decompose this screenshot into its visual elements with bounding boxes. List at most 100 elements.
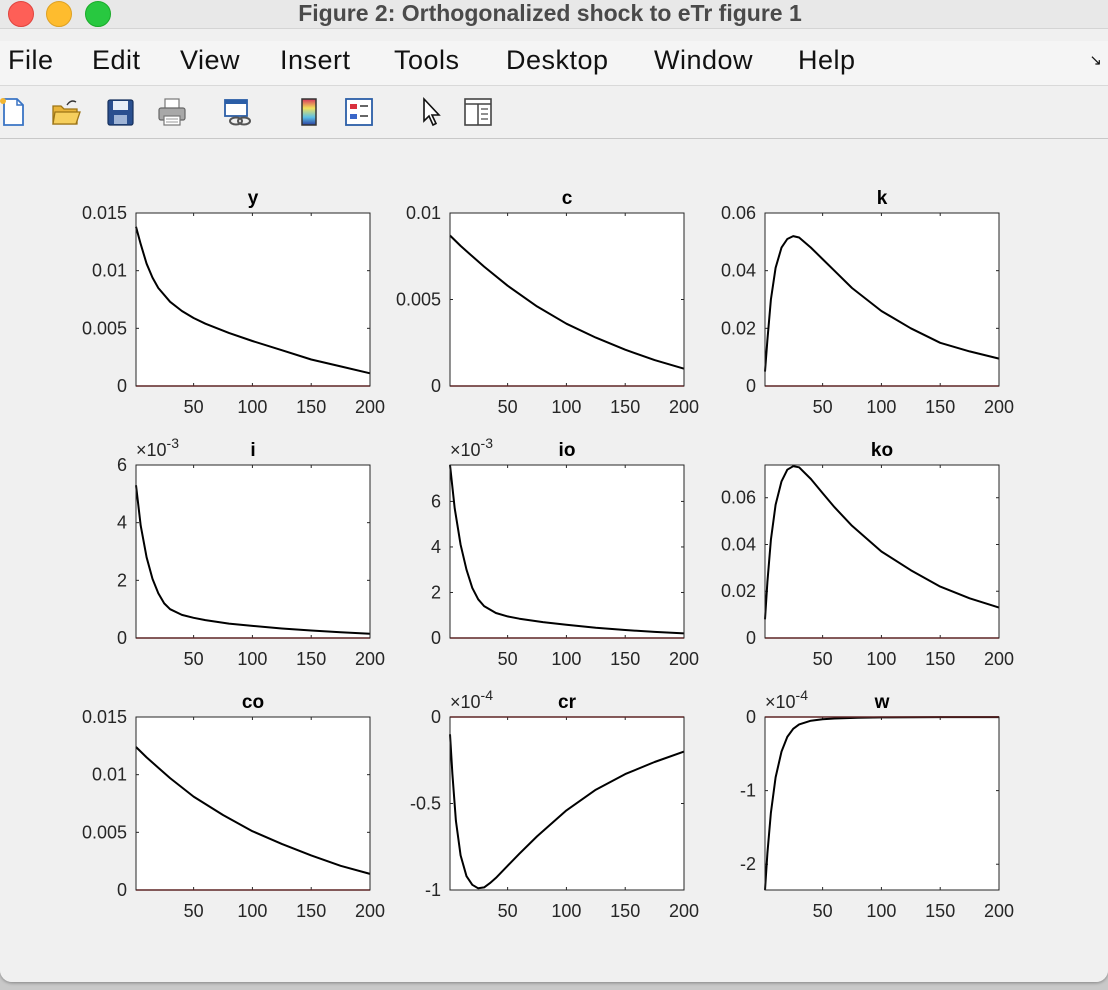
title-bar: Figure 2: Orthogonalized shock to eTr fi…	[0, 0, 1108, 29]
subplot-y-ytick-label: 0.005	[82, 318, 127, 338]
subplot-io: 50 100 150 200 0 2 4 6 io ×10-3	[431, 435, 699, 669]
subplot-i-ytick-label: 4	[117, 513, 127, 533]
subplot-i-axes-background	[136, 465, 370, 638]
subplot-grid: 50 100 150 20000.0050.010.015y50 100 150 20000…	[82, 188, 1014, 921]
subplot-i-xtick-label: 150	[296, 649, 326, 669]
subplot-y-title: y	[248, 188, 259, 209]
insert-colorbar-icon[interactable]	[294, 96, 326, 128]
subplot-co: 50 100 150 200 0 0.005 0.01 0.015 co	[82, 692, 385, 921]
subplot-co-ytick-label: 0.015	[82, 707, 127, 727]
subplot-w-exponent-power: -4	[796, 687, 809, 703]
subplot-cr-ytick-label: 0	[431, 707, 441, 727]
subplot-k: 50 100 150 200 0 0.02 0.04 0.06 k	[721, 188, 1014, 417]
subplot-w-exponent-label: ×10-4	[765, 687, 808, 712]
menu-insert[interactable]: Insert	[280, 45, 351, 76]
new-figure-icon[interactable]	[0, 96, 28, 128]
subplot-k-ytick-label: 0.04	[721, 261, 756, 281]
subplot-i-exponent-base: ×10	[136, 440, 167, 460]
subplot-y-xtick-label: 100	[237, 397, 267, 417]
subplot-c-ytick-label: 0.01	[406, 203, 441, 223]
subplot-ko-xtick-label: 50	[813, 649, 833, 669]
subplot-c-title: c	[562, 188, 573, 209]
subplot-co-xtick-label: 150	[296, 901, 326, 921]
subplot-k-ytick-label: 0.02	[721, 318, 756, 338]
subplot-i-ytick-label: 6	[117, 455, 127, 475]
subplot-y-ytick-label: 0	[117, 376, 127, 396]
subplot-w-xtick-label: 50	[813, 901, 833, 921]
subplot-cr-xtick-label: 100	[551, 901, 581, 921]
subplot-w-xtick-label: 200	[984, 901, 1014, 921]
subplot-io-exponent-base: ×10	[450, 440, 481, 460]
subplot-i-xtick-label: 100	[237, 649, 267, 669]
menu-desktop[interactable]: Desktop	[506, 45, 609, 76]
open-file-icon[interactable]	[50, 96, 82, 128]
subplot-i: 50 100 150 200 0 2 4 6 i ×10-3	[117, 435, 385, 669]
subplot-i-exponent-label: ×10-3	[136, 435, 179, 460]
edit-plot-cursor-icon[interactable]	[416, 96, 448, 128]
menu-tools[interactable]: Tools	[394, 45, 460, 76]
print-icon[interactable]	[156, 96, 188, 128]
subplot-ko-xtick-label: 150	[925, 649, 955, 669]
subplot-c-xtick-label: 200	[669, 397, 699, 417]
subplot-k-xtick-label: 50	[813, 397, 833, 417]
subplot-y-axes-background	[136, 213, 370, 386]
subplot-ko: 50 100 150 200 0 0.02 0.04 0.06 ko	[721, 440, 1014, 669]
subplot-i-xtick-label: 50	[184, 649, 204, 669]
subplot-io-exponent-power: -3	[481, 435, 494, 451]
subplot-io-xtick-label: 50	[498, 649, 518, 669]
menu-view[interactable]: View	[180, 45, 240, 76]
subplot-k-ytick-label: 0.06	[721, 203, 756, 223]
subplot-w-title: w	[874, 692, 890, 713]
subplot-i-title: i	[250, 440, 255, 461]
subplot-c-ytick-label: 0.005	[396, 290, 441, 310]
subplot-io-exponent-label: ×10-3	[450, 435, 493, 460]
subplot-cr-title: cr	[558, 692, 577, 713]
subplot-ko-ytick-label: 0.06	[721, 488, 756, 508]
subplot-c-xtick-label: 100	[551, 397, 581, 417]
subplot-k-xtick-label: 150	[925, 397, 955, 417]
subplot-co-title: co	[242, 692, 264, 713]
subplot-cr-ytick-label: -1	[425, 880, 441, 900]
insert-legend-icon[interactable]	[343, 96, 375, 128]
subplot-ko-title: ko	[871, 440, 893, 461]
subplot-cr-xtick-label: 50	[498, 901, 518, 921]
subplot-ko-ytick-label: 0	[746, 628, 756, 648]
subplot-ko-ytick-label: 0.02	[721, 581, 756, 601]
subplot-ko-xtick-label: 100	[866, 649, 896, 669]
subplot-c-axes-background	[450, 213, 684, 386]
subplot-w-ytick-label: -2	[740, 854, 756, 874]
subplot-y-xtick-label: 200	[355, 397, 385, 417]
subplot-i-exponent-power: -3	[167, 435, 180, 451]
subplot-k-xtick-label: 200	[984, 397, 1014, 417]
menu-edit[interactable]: Edit	[92, 45, 141, 76]
subplot-k-ytick-label: 0	[746, 376, 756, 396]
subplot-cr: 50 100 150 200 -1 -0.5 0 cr ×10-4	[410, 687, 699, 921]
undock-arrow-icon[interactable]: ↘	[1089, 51, 1102, 69]
save-icon[interactable]	[104, 96, 136, 128]
subplot-cr-xtick-label: 200	[669, 901, 699, 921]
figure-window: Figure 2: Orthogonalized shock to eTr fi…	[0, 0, 1108, 982]
menu-help[interactable]: Help	[798, 45, 856, 76]
subplot-w-ytick-label: -1	[740, 781, 756, 801]
subplot-cr-exponent-label: ×10-4	[450, 687, 493, 712]
subplot-co-xtick-label: 200	[355, 901, 385, 921]
subplot-io-xtick-label: 100	[551, 649, 581, 669]
subplot-co-ytick-label: 0.01	[92, 765, 127, 785]
menu-window[interactable]: Window	[654, 45, 753, 76]
menu-bar: File Edit View Insert Tools Desktop Wind…	[0, 41, 1108, 86]
subplot-y-ytick-label: 0.01	[92, 261, 127, 281]
subplot-io-ytick-label: 6	[431, 491, 441, 511]
property-editor-icon[interactable]	[462, 96, 494, 128]
subplot-io-ytick-label: 4	[431, 537, 441, 557]
subplot-y-ytick-label: 0.015	[82, 203, 127, 223]
link-plot-icon[interactable]	[222, 96, 254, 128]
subplot-co-ytick-label: 0	[117, 880, 127, 900]
subplot-i-ytick-label: 2	[117, 570, 127, 590]
subplot-io-title: io	[559, 440, 576, 461]
menu-file[interactable]: File	[8, 45, 54, 76]
subplot-w-exponent-base: ×10	[765, 692, 796, 712]
subplot-io-xtick-label: 200	[669, 649, 699, 669]
subplot-cr-ytick-label: -0.5	[410, 794, 441, 814]
subplot-cr-exponent-power: -4	[481, 687, 494, 703]
figure-toolbar	[0, 86, 1108, 139]
